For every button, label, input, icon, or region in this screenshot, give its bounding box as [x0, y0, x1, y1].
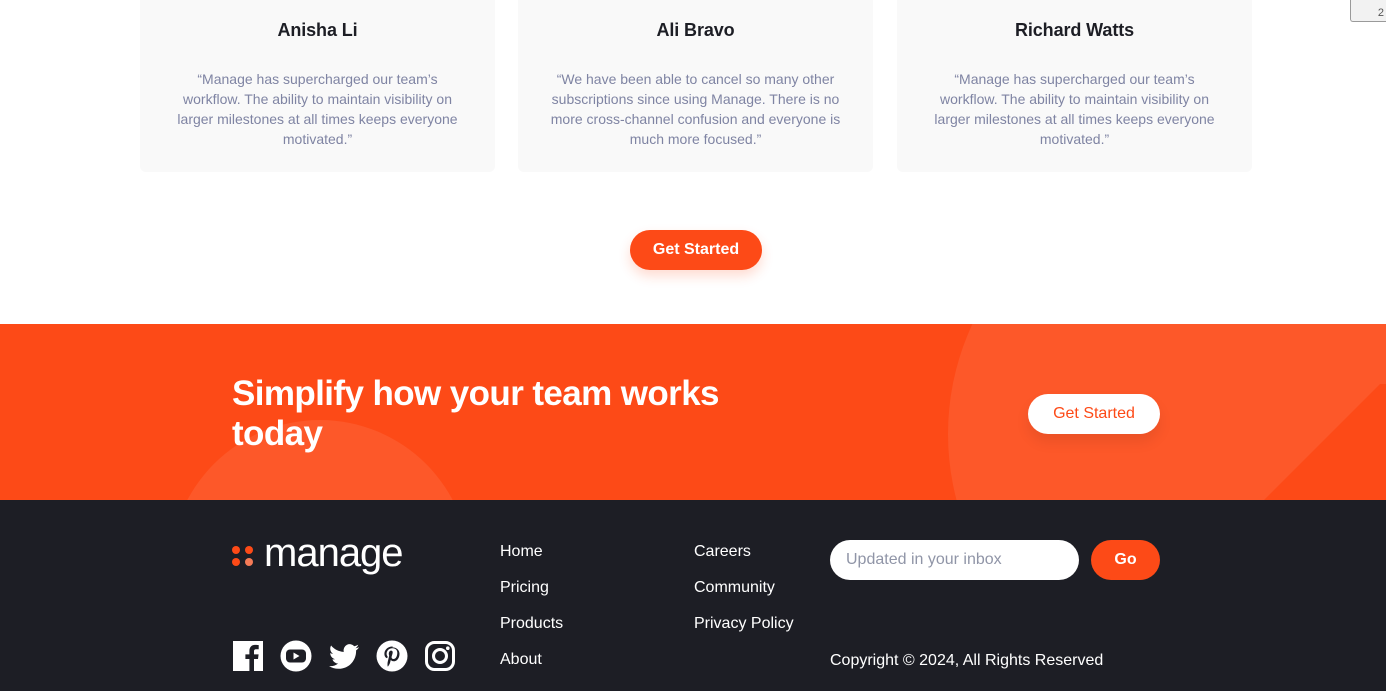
testimonial-name: Richard Watts [1014, 20, 1135, 40]
instagram-icon[interactable] [424, 640, 456, 672]
footer-link-home[interactable]: Home [500, 544, 563, 580]
testimonials-section: Anisha Li “Manage has supercharged our t… [0, 0, 1386, 324]
corner-widget[interactable]: 2 [1350, 0, 1386, 22]
testimonial-quote: “Manage has supercharged our team’s work… [934, 71, 1215, 147]
testimonial-card: Ali Bravo “We have been able to cancel s… [518, 0, 873, 172]
copyright-text: Copyright © 2024, All Rights Reserved [830, 652, 1104, 669]
logo[interactable]: manage [232, 531, 404, 575]
testimonial-card: Richard Watts “Manage has supercharged o… [897, 0, 1252, 172]
logo-text: manage [264, 531, 404, 575]
social-links [232, 640, 456, 672]
pinterest-icon[interactable] [376, 640, 408, 672]
facebook-icon[interactable] [232, 640, 264, 672]
footer-nav-primary: Home Pricing Products About [500, 544, 563, 688]
footer-link-community[interactable]: Community [694, 580, 794, 616]
corner-widget-label: 2 [1377, 7, 1384, 19]
testimonial-card: Anisha Li “Manage has supercharged our t… [140, 0, 495, 172]
twitter-icon[interactable] [328, 640, 360, 672]
cta-band: Simplify how your team works today Get S… [0, 324, 1386, 500]
footer-link-about[interactable]: About [500, 652, 563, 688]
testimonial-name: Ali Bravo [656, 20, 735, 40]
youtube-icon[interactable] [280, 640, 312, 672]
newsletter-email-input[interactable] [830, 540, 1079, 580]
footer-nav-secondary: Careers Community Privacy Policy [694, 544, 794, 652]
footer-link-careers[interactable]: Careers [694, 544, 794, 580]
newsletter-go-button[interactable]: Go [1091, 540, 1160, 580]
logo-mark-icon [232, 541, 254, 566]
testimonial-quote: “We have been able to cancel so many oth… [550, 71, 841, 147]
testimonial-quote: “Manage has supercharged our team’s work… [177, 71, 458, 147]
cta-get-started-button[interactable]: Get Started [1028, 394, 1160, 434]
footer-link-products[interactable]: Products [500, 616, 563, 652]
footer-link-pricing[interactable]: Pricing [500, 580, 563, 616]
testimonial-name: Anisha Li [277, 20, 358, 40]
footer-link-privacy-policy[interactable]: Privacy Policy [694, 616, 794, 652]
footer: manage Home Pricing Products About Caree… [0, 500, 1386, 691]
get-started-button[interactable]: Get Started [630, 230, 762, 270]
cta-headline: Simplify how your team works today [232, 374, 720, 453]
